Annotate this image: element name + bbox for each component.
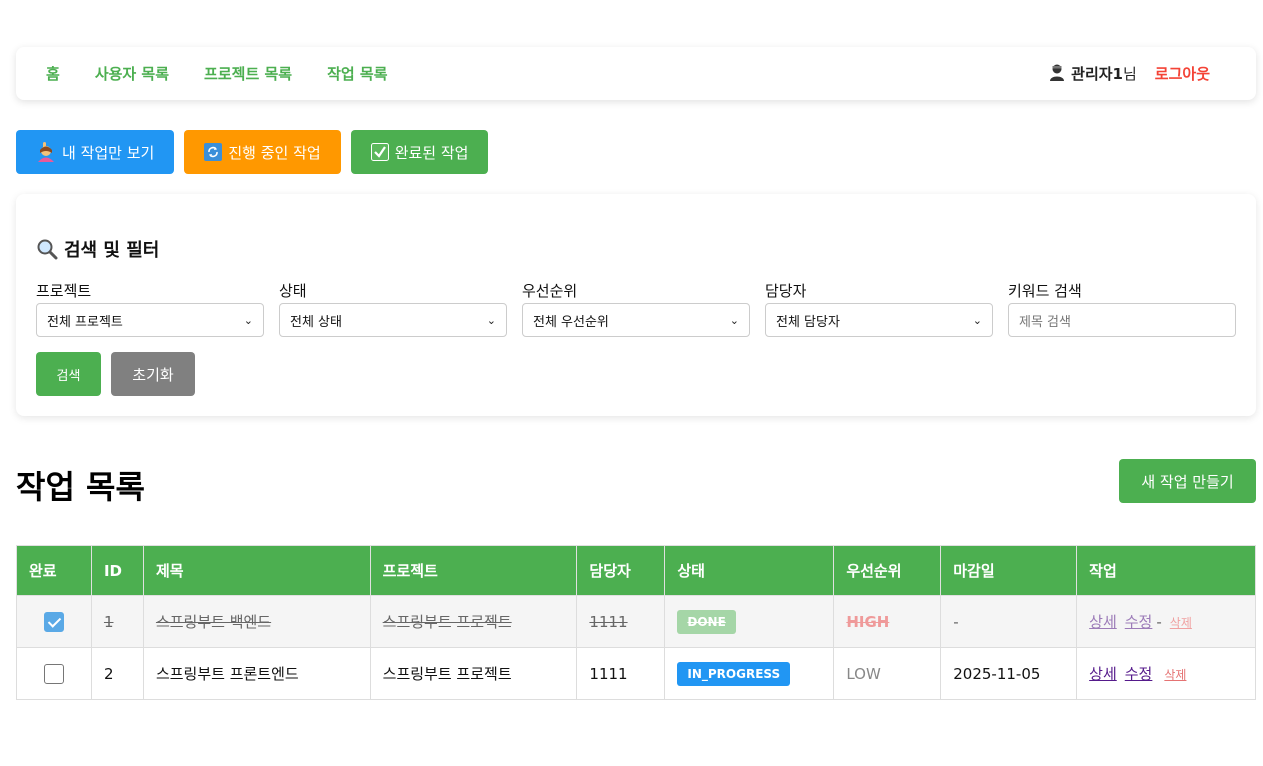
logout-link[interactable]: 로그아웃: [1155, 63, 1210, 84]
nav-links: 홈 사용자 목록 프로젝트 목록 작업 목록: [46, 47, 423, 100]
done-checkbox[interactable]: [43, 611, 64, 632]
done-cell: [16, 595, 92, 648]
status-badge: IN_PROGRESS: [677, 661, 791, 686]
nav-projects[interactable]: 프로젝트 목록: [204, 63, 292, 84]
task-title: 스프링부트 백엔드: [142, 595, 371, 648]
user-avatar-icon: [1049, 63, 1065, 85]
delete-link[interactable]: 삭제: [1170, 616, 1192, 630]
top-nav: 홈 사용자 목록 프로젝트 목록 작업 목록 관리자1 님 로그아웃: [16, 47, 1256, 100]
assignee-filter-label: 담당자: [765, 282, 807, 300]
status-select-value: 전체 상태: [290, 314, 342, 330]
quick-filters: 내 작업만 보기 진행 중인 작업 완료된 작업: [16, 130, 498, 174]
filter-buttons: 검색 초기화: [36, 352, 195, 396]
project-select[interactable]: 전체 프로젝트 ⌄: [36, 303, 264, 337]
nav-tasks[interactable]: 작업 목록: [327, 63, 387, 84]
priority-value: HIGH: [846, 612, 890, 631]
header-title: 제목: [142, 545, 371, 596]
header-assignee: 담당자: [576, 545, 666, 596]
delete-link[interactable]: 삭제: [1164, 668, 1186, 682]
task-due: -: [940, 595, 1078, 648]
table-header-row: 완료 ID 제목 프로젝트 담당자 상태 우선순위 마감일 작업: [16, 545, 1256, 596]
detail-link[interactable]: 상세: [1089, 665, 1117, 683]
separator: -: [1156, 613, 1162, 631]
assignee-select[interactable]: 전체 담당자 ⌄: [765, 303, 993, 337]
header-actions: 작업: [1076, 545, 1256, 596]
chevron-down-icon: ⌄: [486, 313, 496, 327]
user-suffix: 님: [1122, 65, 1137, 83]
status-filter-label: 상태: [279, 282, 307, 300]
completed-label: 완료된 작업: [394, 143, 469, 162]
search-button[interactable]: 검색: [36, 352, 101, 396]
filter-title: 검색 및 필터: [36, 236, 159, 262]
task-id: 2: [90, 647, 144, 700]
task-project: 스프링부트 프로젝트: [369, 595, 578, 648]
in-progress-label: 진행 중인 작업: [228, 143, 321, 162]
task-due: 2025-11-05: [940, 647, 1078, 700]
in-progress-button[interactable]: 진행 중인 작업: [184, 130, 341, 174]
table-row: 1 스프링부트 백엔드 스프링부트 프로젝트 1111 DONE HIGH - …: [16, 595, 1256, 648]
priority-select[interactable]: 전체 우선순위 ⌄: [522, 303, 750, 337]
task-project: 스프링부트 프로젝트: [369, 647, 578, 700]
task-assignee: 1111: [576, 647, 666, 700]
header-done: 완료: [16, 545, 92, 596]
keyword-search-input[interactable]: 제목 검색: [1008, 303, 1236, 337]
refresh-icon: [204, 143, 223, 161]
project-select-value: 전체 프로젝트: [47, 314, 123, 330]
edit-link[interactable]: 수정: [1125, 665, 1153, 683]
check-mark-icon: [370, 143, 389, 161]
done-checkbox[interactable]: [43, 663, 64, 684]
status-cell: DONE: [664, 595, 835, 648]
header-due: 마감일: [940, 545, 1078, 596]
new-task-button[interactable]: 새 작업 만들기: [1119, 459, 1256, 503]
task-table: 완료 ID 제목 프로젝트 담당자 상태 우선순위 마감일 작업 1 스프링부트…: [16, 545, 1256, 700]
header-status: 상태: [664, 545, 835, 596]
assignee-filter: 담당자 전체 담당자 ⌄: [765, 280, 993, 337]
assignee-select-value: 전체 담당자: [776, 314, 840, 330]
actions-cell: 상세 수정 - 삭제: [1076, 595, 1256, 648]
chevron-down-icon: ⌄: [972, 313, 982, 327]
priority-cell: LOW: [833, 647, 942, 700]
priority-filter: 우선순위 전체 우선순위 ⌄: [522, 280, 750, 337]
my-tasks-label: 내 작업만 보기: [62, 143, 155, 162]
status-filter: 상태 전체 상태 ⌄: [279, 280, 507, 337]
keyword-placeholder: 제목 검색: [1019, 314, 1071, 330]
reset-button[interactable]: 초기화: [111, 352, 195, 396]
table-row: 2 스프링부트 프론트엔드 스프링부트 프로젝트 1111 IN_PROGRES…: [16, 647, 1256, 700]
status-badge: DONE: [677, 609, 736, 634]
task-assignee: 1111: [576, 595, 666, 648]
edit-link[interactable]: 수정: [1125, 613, 1153, 631]
search-filter-panel: 검색 및 필터 프로젝트 전체 프로젝트 ⌄ 상태 전체 상태 ⌄ 우선순위 전…: [16, 194, 1256, 416]
chevron-down-icon: ⌄: [243, 313, 253, 327]
priority-filter-label: 우선순위: [522, 282, 578, 300]
status-cell: IN_PROGRESS: [664, 647, 835, 700]
completed-button[interactable]: 완료된 작업: [350, 130, 489, 174]
done-cell: [16, 647, 92, 700]
user-name: 관리자1: [1071, 65, 1123, 83]
detail-link[interactable]: 상세: [1089, 613, 1117, 631]
magnifier-icon: [36, 238, 58, 260]
chevron-down-icon: ⌄: [729, 313, 739, 327]
priority-value: LOW: [846, 664, 881, 683]
actions-cell: 상세 수정 삭제: [1076, 647, 1256, 700]
header-priority: 우선순위: [833, 545, 942, 596]
keyword-filter: 키워드 검색 제목 검색: [1008, 280, 1236, 337]
project-filter: 프로젝트 전체 프로젝트 ⌄: [36, 280, 264, 337]
task-title: 스프링부트 프론트엔드: [142, 647, 371, 700]
filter-title-text: 검색 및 필터: [64, 240, 160, 261]
header-id: ID: [90, 545, 144, 596]
raising-hand-icon: [36, 142, 56, 162]
priority-cell: HIGH: [833, 595, 942, 648]
nav-users[interactable]: 사용자 목록: [95, 63, 169, 84]
nav-home[interactable]: 홈: [46, 63, 60, 84]
priority-select-value: 전체 우선순위: [533, 314, 609, 330]
status-select[interactable]: 전체 상태 ⌄: [279, 303, 507, 337]
user-area: 관리자1 님 로그아웃: [1049, 47, 1210, 100]
page-title: 작업 목록: [16, 468, 145, 506]
project-filter-label: 프로젝트: [36, 282, 92, 300]
keyword-filter-label: 키워드 검색: [1008, 282, 1082, 300]
my-tasks-button[interactable]: 내 작업만 보기: [16, 130, 175, 174]
header-project: 프로젝트: [369, 545, 578, 596]
task-id: 1: [90, 595, 144, 648]
